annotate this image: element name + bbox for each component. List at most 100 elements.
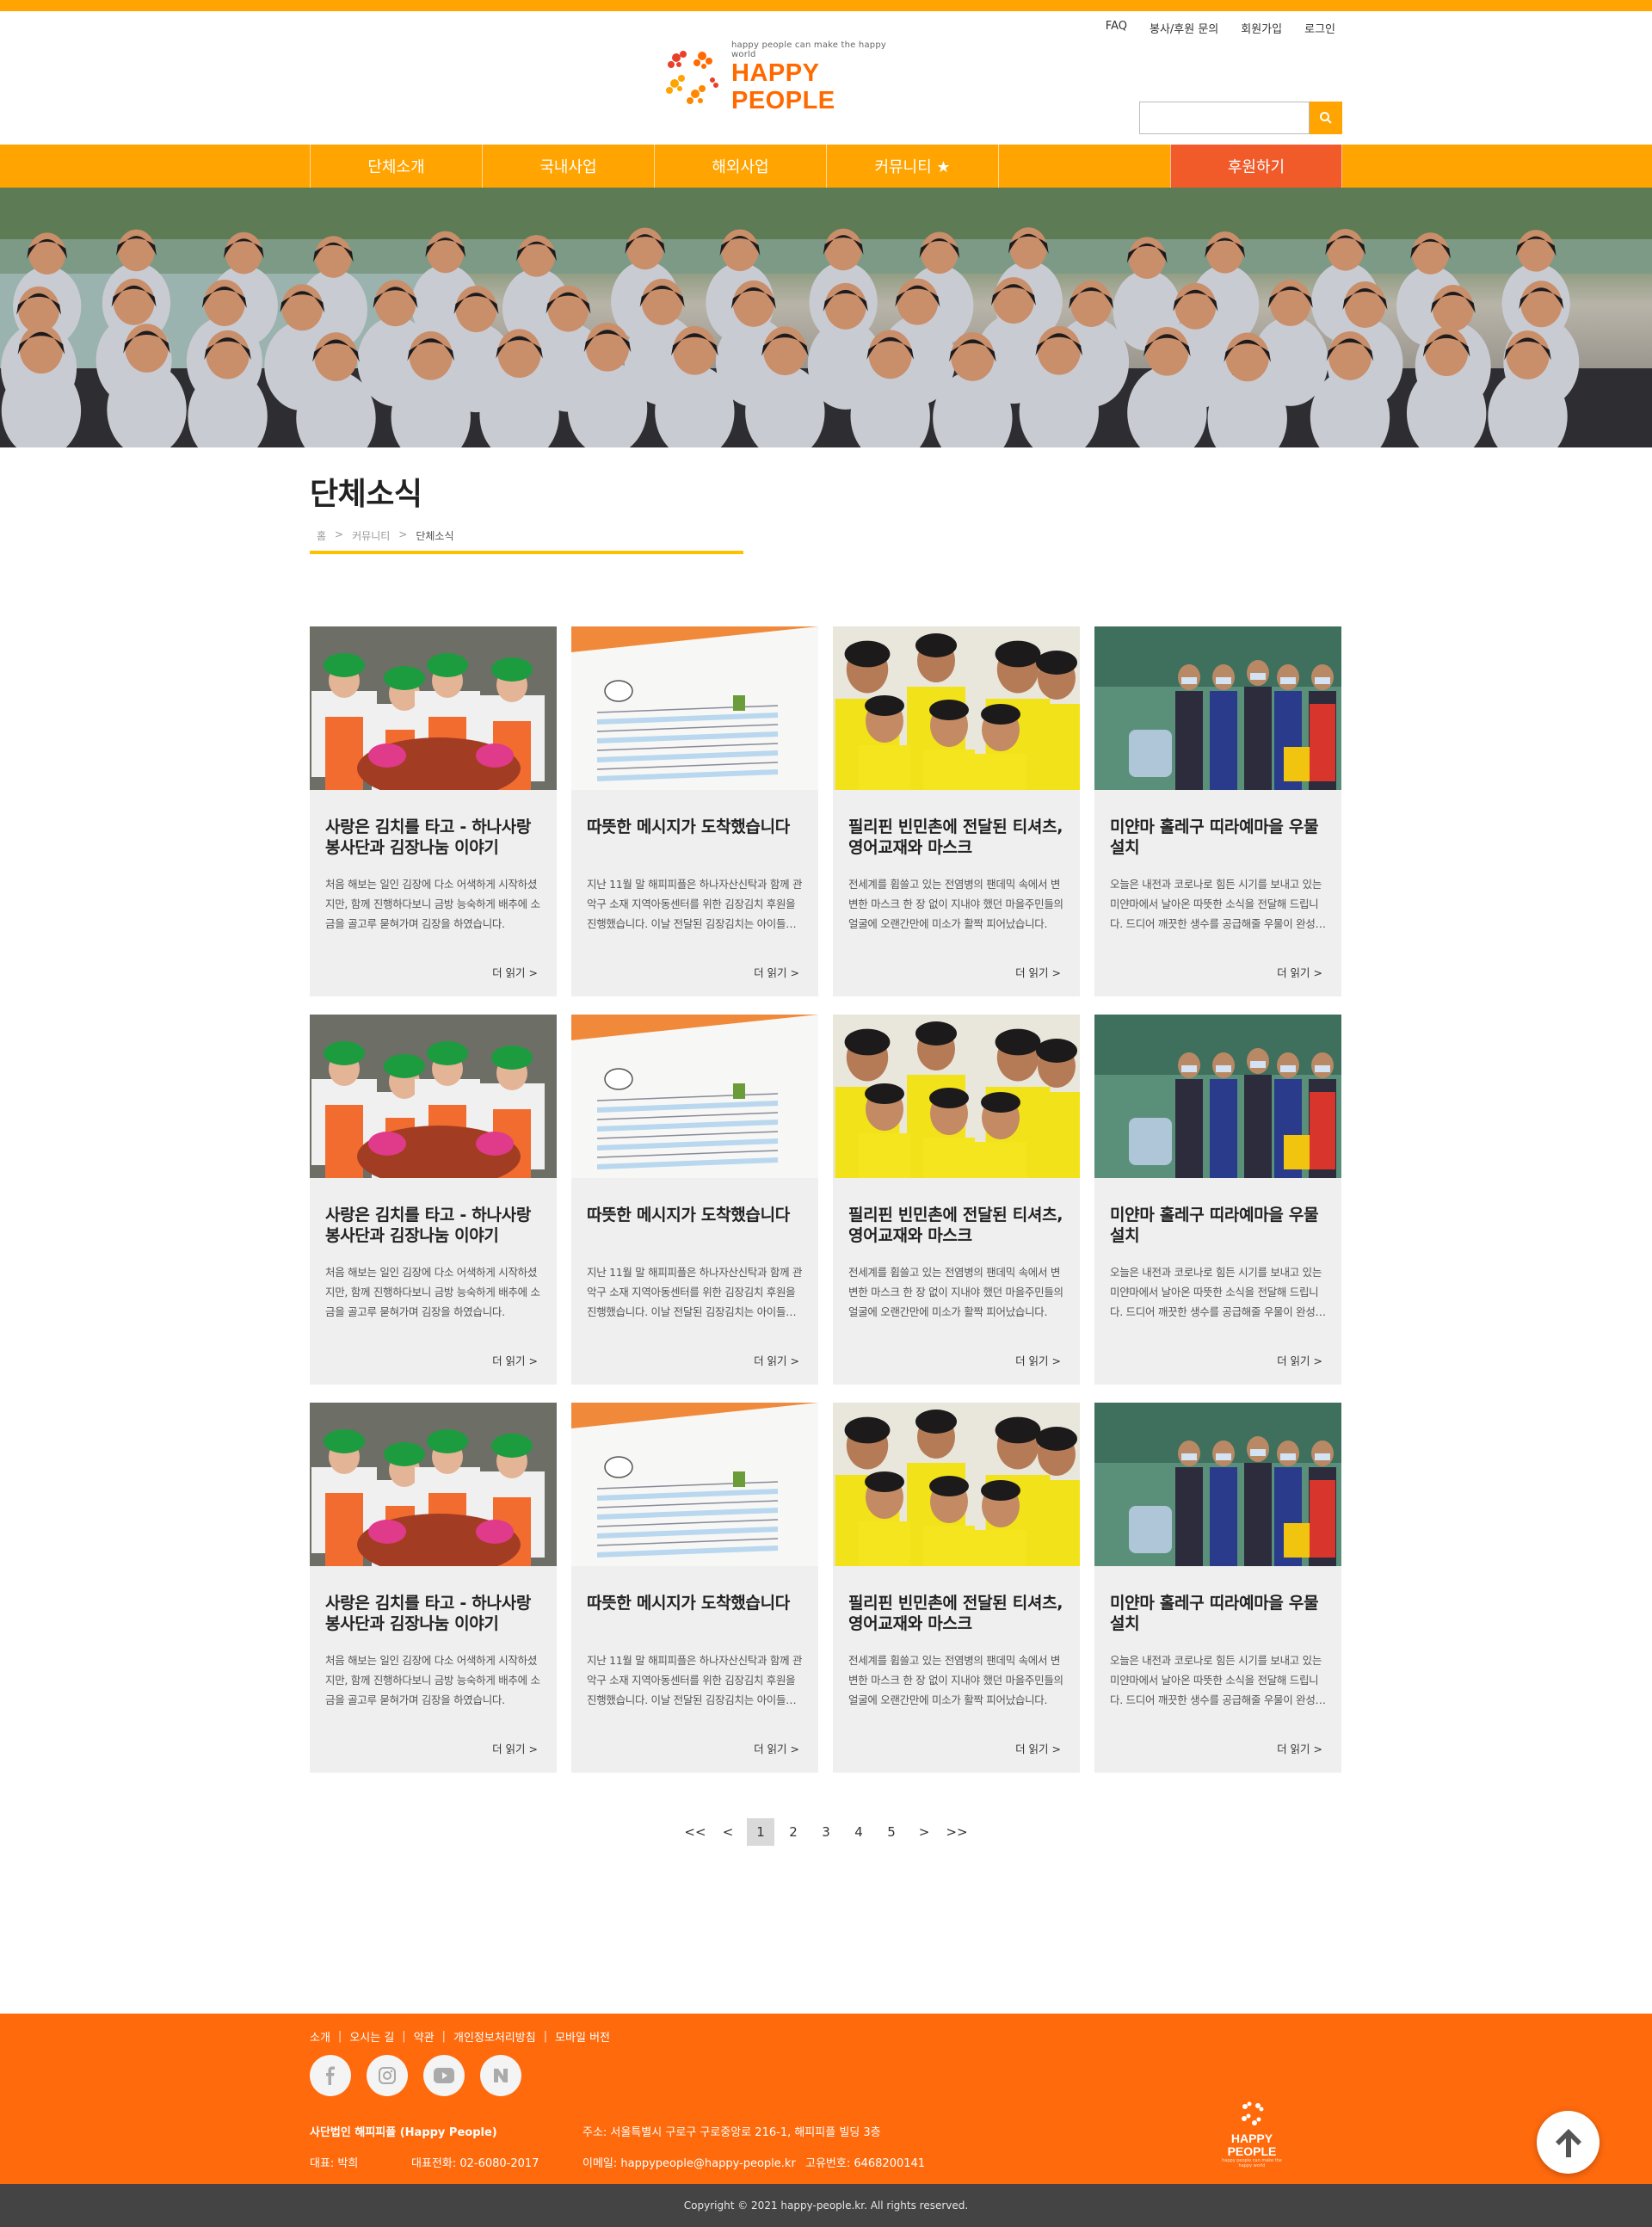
logo-name: HAPPY PEOPLE [731,59,835,114]
utility-links: FAQ 봉사/후원 문의 회원가입 로그인 [1106,20,1335,36]
card-title[interactable]: 필리핀 빈민촌에 전달된 티셔츠, 영어교재와 마스크 [848,817,1064,858]
card-title[interactable]: 따뜻한 메시지가 도착했습니다 [587,1205,803,1225]
news-card[interactable]: 필리핀 빈민촌에 전달된 티셔츠, 영어교재와 마스크 전세계를 휩쓸고 있는 … [833,1403,1080,1773]
page-5-button[interactable]: 5 [878,1818,905,1846]
page-4-button[interactable]: 4 [845,1818,872,1846]
card-title[interactable]: 미얀마 홀레구 띠라예마을 우물 설치 [1110,817,1326,858]
facebook-button[interactable] [310,2055,351,2096]
page-2-button[interactable]: 2 [780,1818,807,1846]
next-page-button[interactable]: > [910,1818,938,1846]
back-to-top-button[interactable] [1537,2111,1600,2174]
search-button[interactable] [1310,102,1342,134]
news-card[interactable]: 따뜻한 메시지가 도착했습니다 지난 11월 말 해피피플은 하나자산신탁과 함… [571,1015,818,1385]
breadcrumb-parent[interactable]: 커뮤니티 [352,528,390,543]
read-more-link[interactable]: 더 읽기 > [754,964,799,980]
footer-links: 소개 | 오시는 길 | 약관 | 개인정보처리방침 | 모바일 버전 [310,2028,610,2045]
footer-link-divider: | [543,2030,548,2043]
read-more-link[interactable]: 더 읽기 > [754,1352,799,1368]
footer-link-privacy[interactable]: 개인정보처리방침 [453,2028,536,2045]
card-description: 지난 11월 말 해피피플은 하나자산신탁과 함께 관악구 소재 지역아동센터를… [587,878,803,930]
footer-link-directions[interactable]: 오시는 길 [349,2028,394,2045]
prev-page-button[interactable]: < [714,1818,742,1846]
nav-item-overseas[interactable]: 해외사업 [654,145,826,188]
footer-link-mobile[interactable]: 모바일 버전 [555,2028,610,2045]
read-more-link[interactable]: 더 읽기 > [1277,1740,1322,1756]
faq-link[interactable]: FAQ [1106,20,1127,36]
breadcrumb-separator: > [335,528,344,540]
card-description: 오늘은 내전과 코로나로 힘든 시기를 보내고 있는 미얀마에서 날아온 따뜻한… [1110,1654,1325,1706]
news-card[interactable]: 미얀마 홀레구 띠라예마을 우물 설치 오늘은 내전과 코로나로 힘든 시기를 … [1094,1403,1341,1773]
youtube-button[interactable] [423,2055,465,2096]
thumbnail-graphic [1094,1403,1341,1566]
footer-link-divider: | [402,2030,406,2043]
nav-item-domestic[interactable]: 국내사업 [482,145,654,188]
card-description: 전세계를 휩쓸고 있는 전염병의 팬데믹 속에서 변변한 마스크 한 장 없이 … [848,878,1063,930]
card-title[interactable]: 필리핀 빈민촌에 전달된 티셔츠, 영어교재와 마스크 [848,1593,1064,1634]
news-card[interactable]: 따뜻한 메시지가 도착했습니다 지난 11월 말 해피피플은 하나자산신탁과 함… [571,626,818,996]
instagram-button[interactable] [367,2055,408,2096]
volunteer-inquiry-link[interactable]: 봉사/후원 문의 [1150,20,1218,36]
read-more-link[interactable]: 더 읽기 > [1015,964,1061,980]
footer-logo: HAPPY PEOPLE happy people can make the h… [1215,2100,1289,2168]
card-title[interactable]: 따뜻한 메시지가 도착했습니다 [587,1593,803,1613]
news-card[interactable]: 사랑은 김치를 타고 - 하나사랑 봉사단과 김장나눔 이야기 처음 해보는 일… [310,1015,557,1385]
news-card[interactable]: 따뜻한 메시지가 도착했습니다 지난 11월 말 해피피플은 하나자산신탁과 함… [571,1403,818,1773]
nav-item-community[interactable]: 커뮤니티 ★ [826,145,998,188]
read-more-link[interactable]: 더 읽기 > [1015,1740,1061,1756]
well-photo-thumbnail [1094,626,1341,790]
students-group-photo [0,188,1652,447]
top-accent-bar [0,0,1652,11]
news-card[interactable]: 필리핀 빈민촌에 전달된 티셔츠, 영어교재와 마스크 전세계를 휩쓸고 있는 … [833,626,1080,996]
breadcrumb-home[interactable]: 홈 [317,528,326,543]
read-more-link[interactable]: 더 읽기 > [492,1352,538,1368]
nav-item-about[interactable]: 단체소개 [310,145,482,188]
footer-link-divider: | [337,2030,342,2043]
youtube-icon [434,2068,454,2083]
thumbnail-graphic [1094,626,1341,790]
page-title: 단체소식 [310,477,422,512]
card-title[interactable]: 사랑은 김치를 타고 - 하나사랑 봉사단과 김장나눔 이야기 [325,817,541,858]
card-title[interactable]: 사랑은 김치를 타고 - 하나사랑 봉사단과 김장나눔 이야기 [325,1593,541,1634]
site-logo[interactable]: happy people can make the happy world HA… [664,40,905,114]
news-card[interactable]: 사랑은 김치를 타고 - 하나사랑 봉사단과 김장나눔 이야기 처음 해보는 일… [310,1403,557,1773]
search-box [1139,102,1342,134]
read-more-link[interactable]: 더 읽기 > [492,964,538,980]
page-1-button[interactable]: 1 [747,1818,774,1846]
news-card[interactable]: 필리핀 빈민촌에 전달된 티셔츠, 영어교재와 마스크 전세계를 휩쓸고 있는 … [833,1015,1080,1385]
kimchi-photo-thumbnail [310,626,557,790]
page-3-button[interactable]: 3 [812,1818,840,1846]
card-description: 오늘은 내전과 코로나로 힘든 시기를 보내고 있는 미얀마에서 날아온 따뜻한… [1110,878,1325,930]
last-page-button[interactable]: >> [943,1818,971,1846]
read-more-link[interactable]: 더 읽기 > [492,1740,538,1756]
read-more-link[interactable]: 더 읽기 > [1277,1352,1322,1368]
children-photo-thumbnail [833,1403,1080,1566]
footer-logo-name: PEOPLE [1227,2144,1277,2158]
letter-photo-thumbnail [571,1403,818,1566]
card-title[interactable]: 사랑은 김치를 타고 - 하나사랑 봉사단과 김장나눔 이야기 [325,1205,541,1246]
read-more-link[interactable]: 더 읽기 > [754,1740,799,1756]
donate-button[interactable]: 후원하기 [1170,145,1342,188]
card-title[interactable]: 필리핀 빈민촌에 전달된 티셔츠, 영어교재와 마스크 [848,1205,1064,1246]
footer-link-divider: | [441,2030,446,2043]
flower-logo-icon [1242,2101,1264,2125]
search-input[interactable] [1139,102,1310,134]
card-title[interactable]: 미얀마 홀레구 띠라예마을 우물 설치 [1110,1205,1326,1246]
news-card[interactable]: 미얀마 홀레구 띠라예마을 우물 설치 오늘은 내전과 코로나로 힘든 시기를 … [1094,626,1341,996]
login-link[interactable]: 로그인 [1304,20,1335,36]
card-title[interactable]: 따뜻한 메시지가 도착했습니다 [587,817,803,837]
footer-link-terms[interactable]: 약관 [414,2028,435,2045]
news-card[interactable]: 미얀마 홀레구 띠라예마을 우물 설치 오늘은 내전과 코로나로 힘든 시기를 … [1094,1015,1341,1385]
thumbnail-graphic [1094,1015,1341,1178]
naver-button[interactable] [480,2055,521,2096]
children-photo-thumbnail [833,626,1080,790]
footer-link-about[interactable]: 소개 [310,2028,330,2045]
read-more-link[interactable]: 더 읽기 > [1277,964,1322,980]
footer-org-name: 사단법인 해피피플 (Happy People) [310,2126,497,2139]
card-title[interactable]: 미얀마 홀레구 띠라예마을 우물 설치 [1110,1593,1326,1634]
thumbnail-graphic [310,1403,557,1566]
first-page-button[interactable]: << [681,1818,709,1846]
signup-link[interactable]: 회원가입 [1241,20,1282,36]
news-card[interactable]: 사랑은 김치를 타고 - 하나사랑 봉사단과 김장나눔 이야기 처음 해보는 일… [310,626,557,996]
read-more-link[interactable]: 더 읽기 > [1015,1352,1061,1368]
site-footer: 소개 | 오시는 길 | 약관 | 개인정보처리방침 | 모바일 버전 사단법인… [0,2014,1652,2184]
